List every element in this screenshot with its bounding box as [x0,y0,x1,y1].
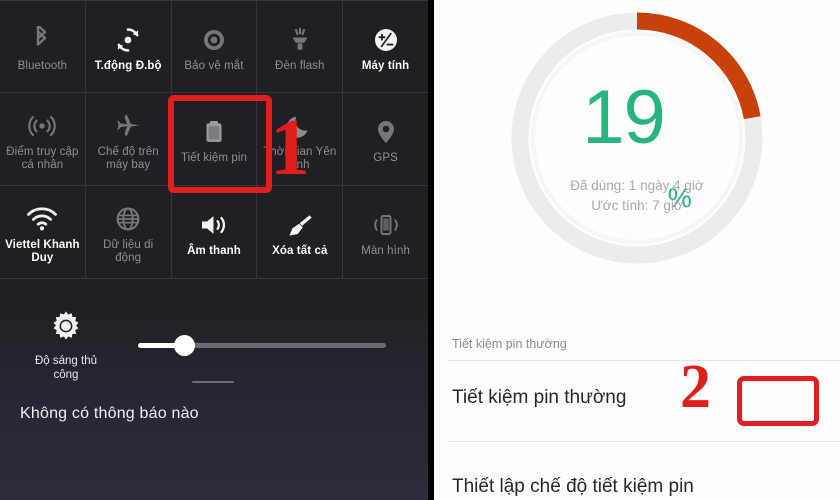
hotspot-icon [28,109,57,143]
battery-settings-screen: 19 % Đã dùng: 1 ngày 4 giờ Ước tính: 7 g… [434,0,840,500]
tile-label: Dữ liệu di động [103,238,154,264]
tile-label: Máy tính [361,59,410,72]
wifi-icon [26,202,58,236]
tile-label: Viettel Khanh Duy [5,238,80,264]
battery-used-text: Đã dùng: 1 ngày 4 giờ [570,178,704,193]
tile-calculator[interactable]: Máy tính [343,1,428,92]
battery-stats: Đã dùng: 1 ngày 4 giờ Ước tính: 7 giờ [434,176,840,216]
battery-percent-display: 19 % [505,6,769,270]
row-battery-saver-label: Tiết kiệm pin thường [452,387,627,408]
tile-label: Xóa tất cả [272,245,328,257]
speaker-icon [199,208,229,242]
tile-label: Chế độ trên máy bay [97,145,159,171]
tile-label: Đèn flash [275,59,325,72]
location-pin-icon [374,115,398,149]
tile-wifi[interactable]: Viettel Khanh Duy [0,186,86,278]
tile-label: GPS [373,152,398,164]
tile-airplane-mode[interactable]: Chế độ trên máy bay [86,93,172,185]
quick-settings-row: Điểm truy cập cá nhân Chế độ trên máy ba… [0,93,428,186]
row-battery-saver[interactable]: Tiết kiệm pin thường [434,361,840,439]
brightness-label: Độ sáng thủ công [34,355,97,381]
tile-eye-protection[interactable]: Bảo vệ mắt [172,1,258,92]
shade-drag-handle[interactable] [192,381,234,383]
bluetooth-icon [30,23,54,57]
no-notifications-text: Không có thông báo nào [20,405,199,422]
battery-estimate-text: Ước tính: 7 giờ [591,198,683,213]
quick-settings-row: Bluetooth T.động Đ.bộ Bảo vệ mắt Đèn fla… [0,0,428,93]
battery-ring-gauge: 19 % [505,6,769,270]
eye-icon [199,23,229,57]
brightness-slider[interactable] [138,335,386,356]
tile-label: Bảo vệ mắt [184,59,244,72]
row-battery-saver-setup-label: Thiết lập chế độ tiết kiệm pin [452,476,694,497]
divider [448,441,840,442]
broom-icon [285,208,315,242]
brightness-slider-thumb[interactable] [174,335,195,356]
quick-settings-grid: Bluetooth T.động Đ.bộ Bảo vệ mắt Đèn fla… [0,0,428,279]
quick-settings-row: Viettel Khanh Duy Dữ liệu di động Âm tha… [0,186,428,279]
tile-screen-rotation[interactable]: Màn hình [343,186,428,278]
battery-percent-value: 19 [582,75,666,160]
tile-gps[interactable]: GPS [343,93,428,185]
tile-hotspot[interactable]: Điểm truy cập cá nhân [0,93,86,185]
calculator-icon [372,23,400,57]
rotate-screen-icon [371,208,401,242]
tile-clear-all[interactable]: Xóa tất cả [257,186,344,278]
airplane-icon [113,109,143,143]
sync-icon [114,23,142,57]
tile-battery-saver[interactable]: Tiết kiệm pin [172,93,258,185]
battery-saver-icon [202,115,226,149]
tile-label: Màn hình [361,245,410,257]
section-header-label: Tiết kiệm pin thường [452,337,567,351]
brightness-toggle[interactable]: Độ sáng thủ công [20,308,112,382]
tile-mobile-data[interactable]: Dữ liệu di động [86,186,172,278]
tile-bluetooth[interactable]: Bluetooth [0,1,86,92]
brightness-control: Độ sáng thủ công [0,300,428,385]
tile-label: Bluetooth [17,59,68,72]
brightness-gear-icon [48,308,84,349]
tile-label: Điểm truy cập cá nhân [6,145,79,171]
quick-settings-shade: Bluetooth T.động Đ.bộ Bảo vệ mắt Đèn fla… [0,0,428,500]
tile-flashlight[interactable]: Đèn flash [257,1,344,92]
tile-label: Tiết kiệm pin [180,152,248,164]
flashlight-icon [286,23,314,57]
globe-icon [114,202,142,236]
tile-auto-sync[interactable]: T.động Đ.bộ [86,1,172,92]
tile-sound[interactable]: Âm thanh [172,186,258,278]
annotation-marker-2: 2 [680,353,711,421]
tile-label: T.động Đ.bộ [94,59,162,72]
screenshot-root: Bluetooth T.động Đ.bộ Bảo vệ mắt Đèn fla… [0,0,840,500]
annotation-marker-1: 1 [270,104,310,192]
tile-label: Âm thanh [187,245,241,257]
